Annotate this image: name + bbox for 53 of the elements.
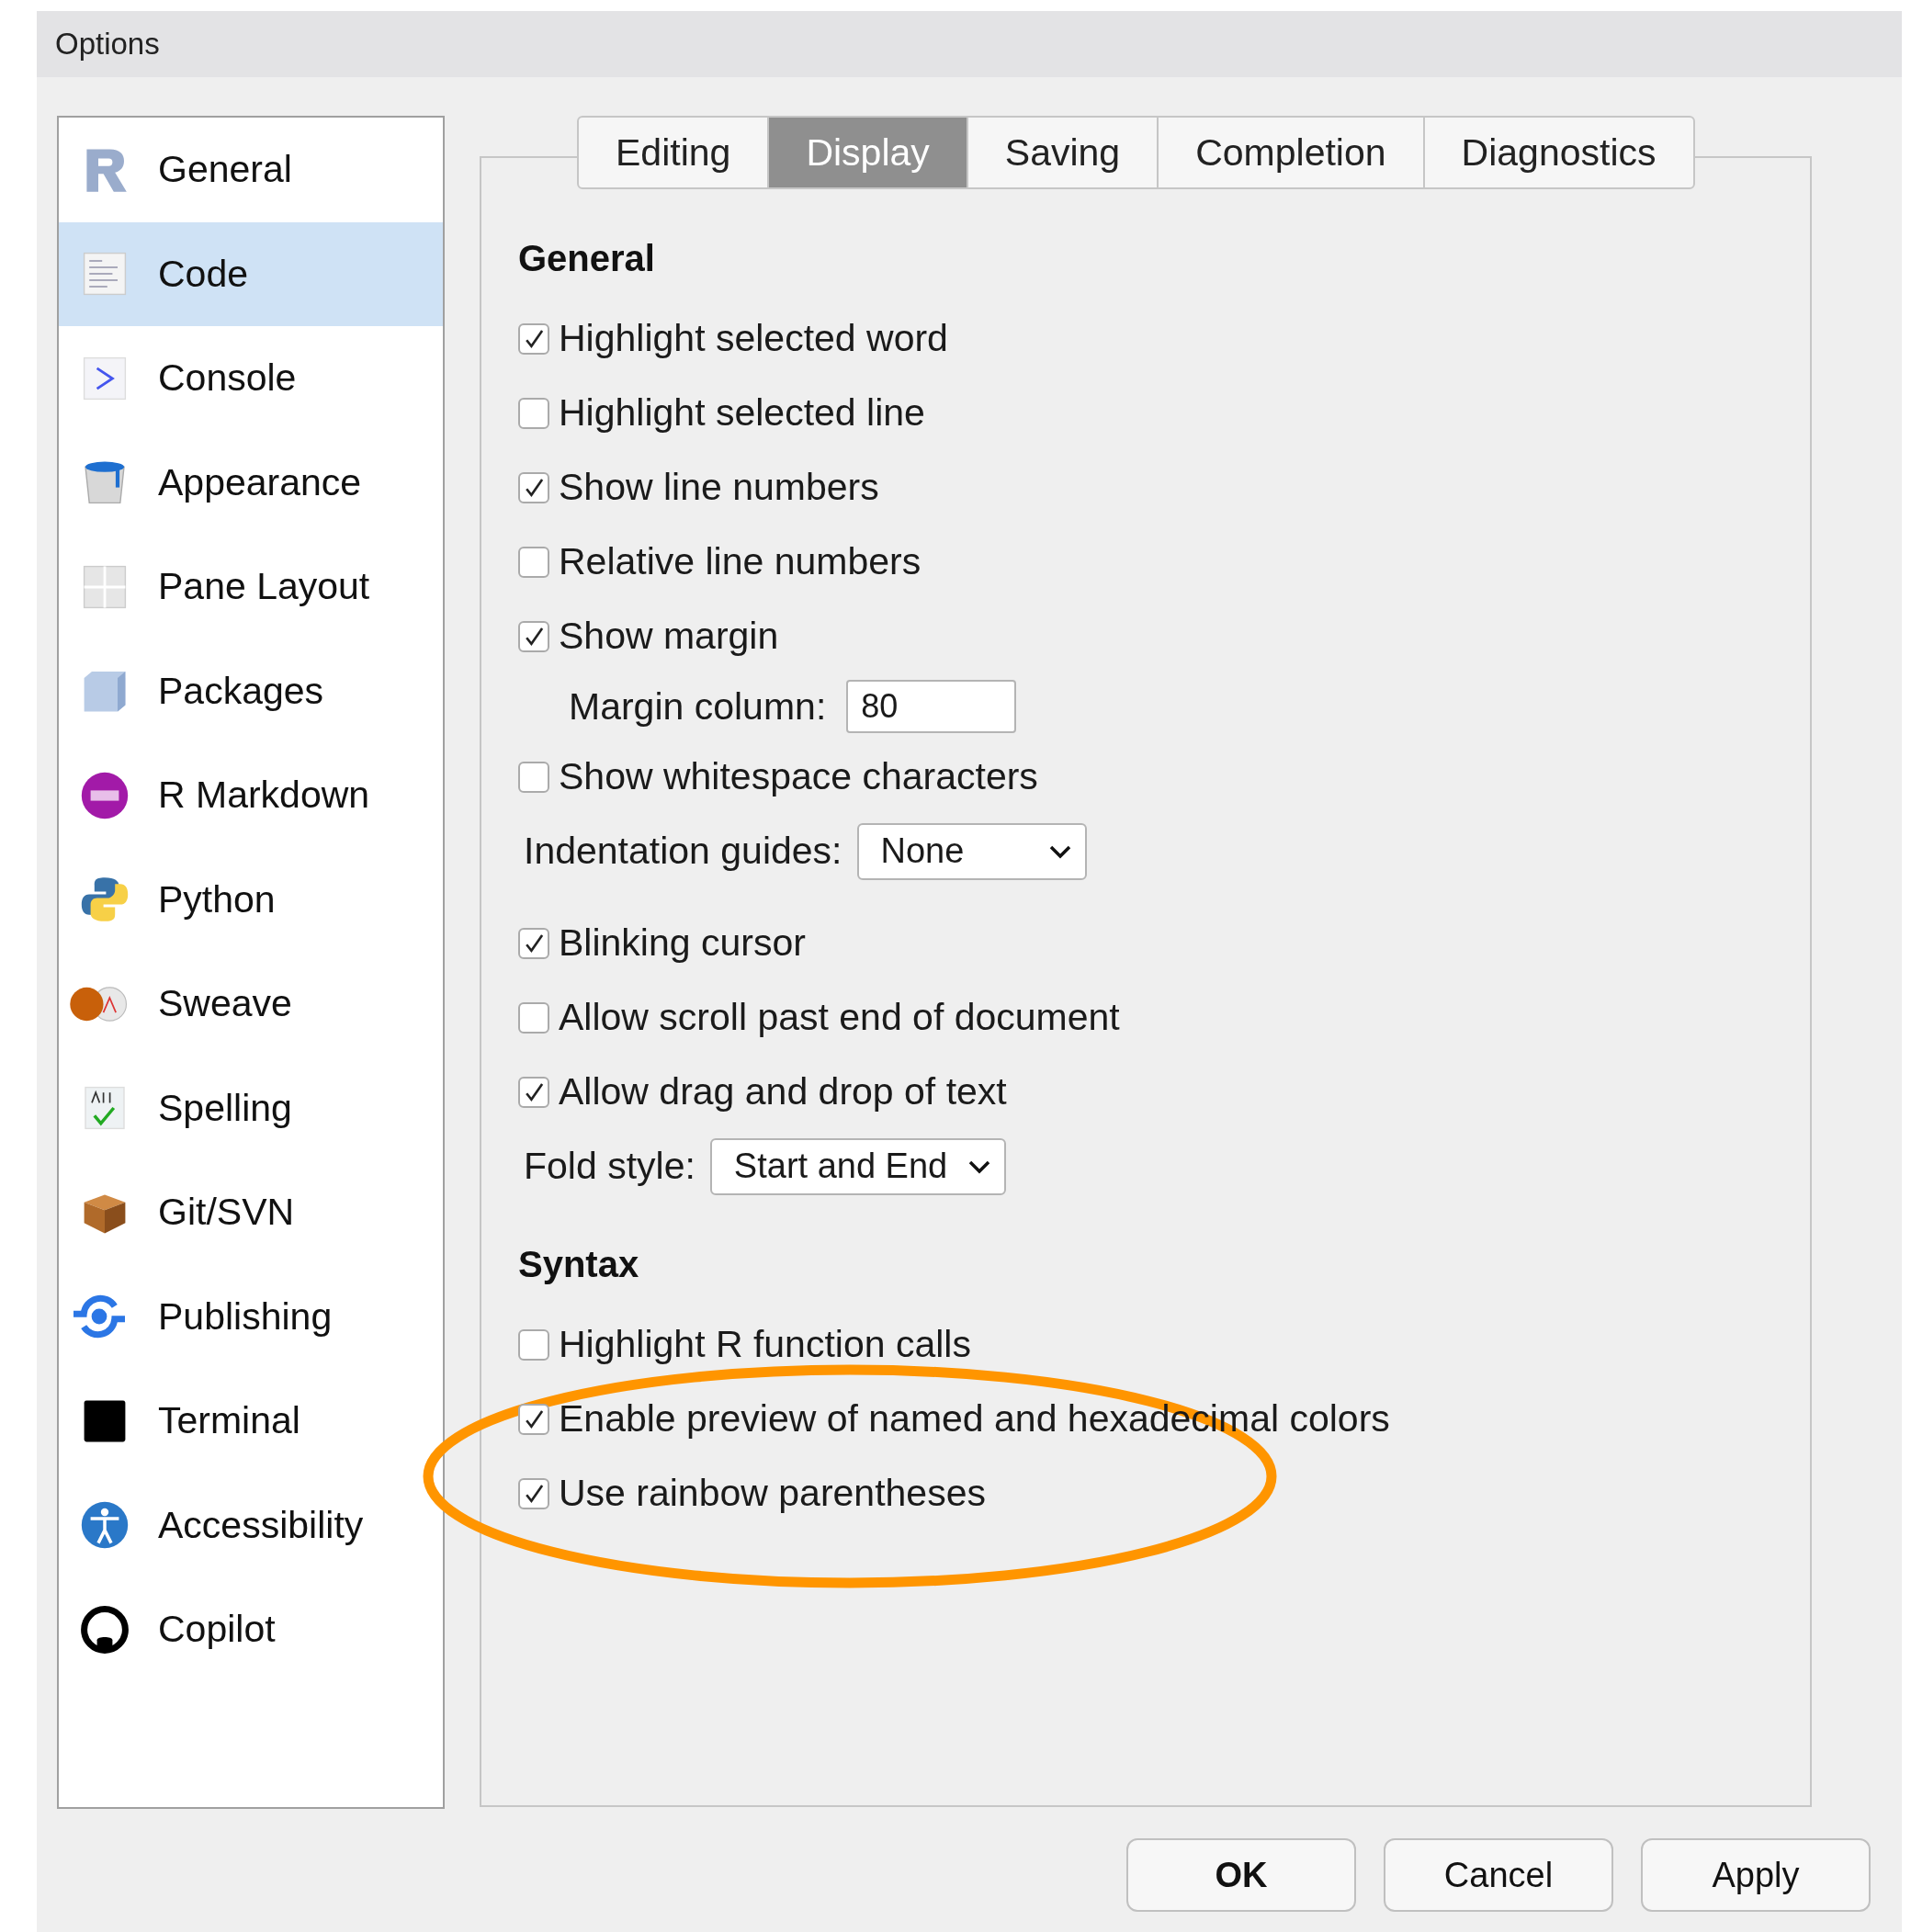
tab[interactable]: Diagnostics [1424,118,1693,187]
checkbox-label: Blinking cursor [559,921,806,965]
tab[interactable]: Saving [967,118,1159,187]
section-heading: General [518,236,656,280]
sidebar-item[interactable]: Git/SVN [59,1160,443,1265]
sidebar-item[interactable]: R Markdown [59,743,443,848]
checkbox-label: Relative line numbers [559,540,922,583]
sidebar-item[interactable]: Accessibility [59,1473,443,1577]
checkbox[interactable] [518,546,549,578]
dropdown-label: Fold style: [524,1145,695,1188]
dropdown-label: Indentation guides: [524,830,842,873]
sidebar-item[interactable]: Python [59,847,443,952]
sidebar-item[interactable]: Appearance [59,430,443,535]
checkbox-label: Highlight R function calls [559,1323,971,1366]
checkbox[interactable] [518,1001,549,1034]
checkbox-label: Use rainbow parentheses [559,1472,986,1515]
dropdown[interactable]: Start and End [709,1137,1007,1195]
checkbox[interactable] [518,322,549,355]
sidebar-item[interactable]: Console [59,326,443,431]
checkbox[interactable] [518,620,549,652]
checkbox[interactable] [518,1403,549,1435]
checkbox-label: Highlight selected line [559,391,925,435]
sidebar-item[interactable]: Spelling [59,1056,443,1160]
sidebar-item[interactable]: General [59,118,443,222]
checkbox[interactable] [518,1477,549,1509]
sidebar-item[interactable]: Pane Layout [59,535,443,639]
checkbox-label: Show margin [559,615,779,658]
checkbox[interactable] [518,1328,549,1361]
sidebar-item[interactable]: Copilot [59,1577,443,1682]
checkbox[interactable] [518,927,549,959]
sidebar-item[interactable]: Terminal [59,1369,443,1474]
sidebar-item[interactable]: Packages [59,638,443,743]
checkbox[interactable] [518,397,549,429]
checkbox-label: Allow drag and drop of text [559,1070,1007,1113]
sidebar-item[interactable]: Publishing [59,1264,443,1369]
section-heading: Syntax [518,1242,640,1286]
sidebar-item[interactable]: Sweave [59,952,443,1056]
dialog-button[interactable]: Apply [1641,1838,1871,1912]
dialog-button[interactable]: Cancel [1384,1838,1613,1912]
field-label: Margin column: [569,684,827,729]
checkbox[interactable] [518,761,549,793]
tab[interactable]: Completion [1159,118,1425,187]
window-title: Options [55,27,160,62]
checkbox-label: Highlight selected word [559,317,948,360]
input-field[interactable]: 80 [846,680,1017,733]
checkbox[interactable] [518,1076,549,1108]
dialog-button[interactable]: OK [1126,1838,1356,1912]
checkbox-label: Show whitespace characters [559,755,1038,798]
checkbox-label: Show line numbers [559,466,879,509]
sidebar-item[interactable]: Code [59,221,443,326]
dropdown[interactable]: None [856,822,1087,880]
checkbox-label: Allow scroll past end of document [559,996,1120,1039]
checkbox[interactable] [518,471,549,503]
